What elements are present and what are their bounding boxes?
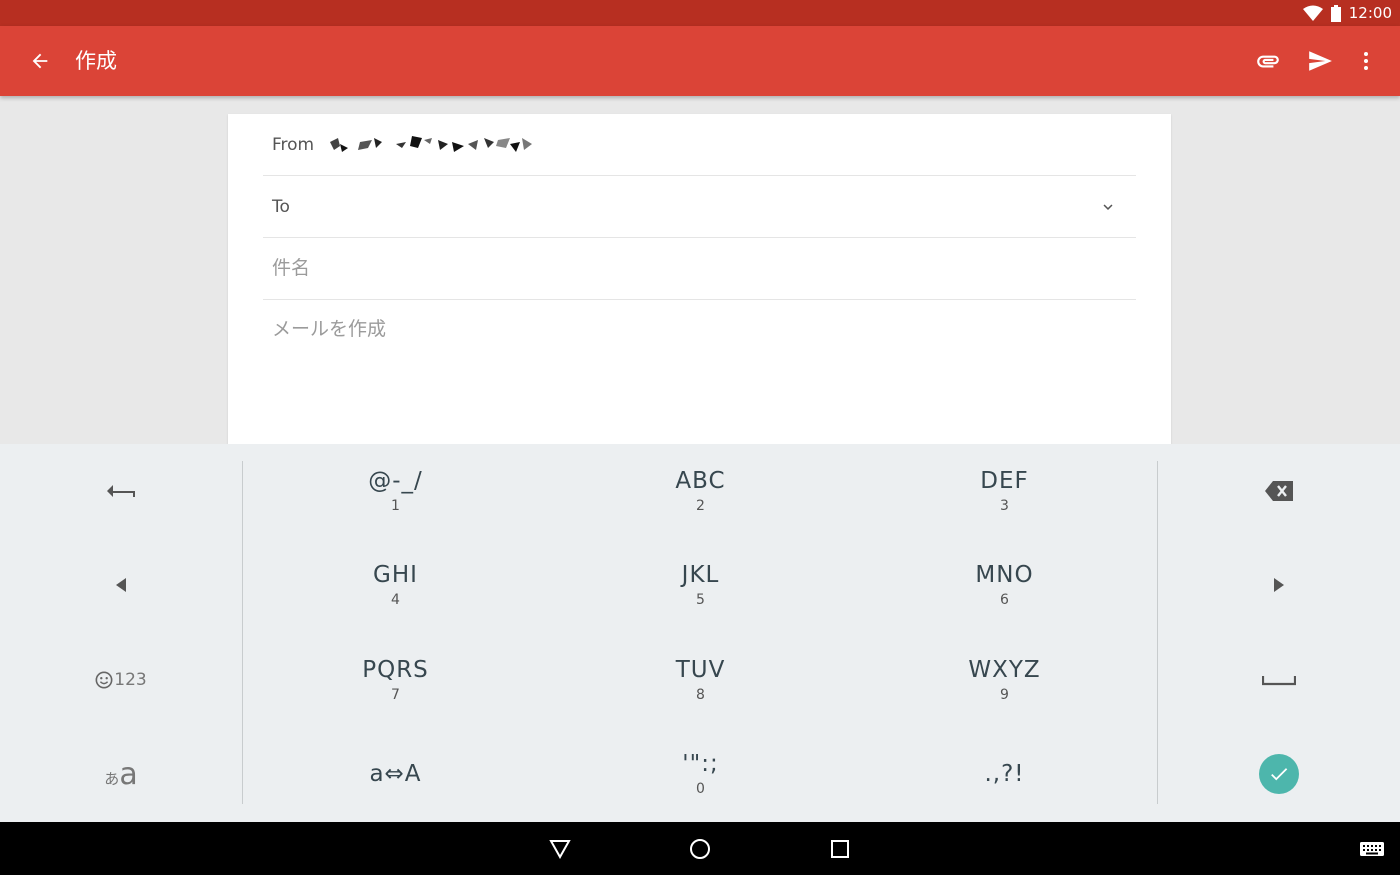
key-9[interactable]: WXYZ 9 — [852, 633, 1157, 727]
keyboard-switch-button[interactable] — [1352, 830, 1392, 868]
key-4[interactable]: GHI 4 — [243, 538, 548, 632]
cursor-right-icon — [1274, 578, 1284, 592]
compose-card: From To — [228, 114, 1171, 444]
key-main-label: MNO — [975, 562, 1034, 588]
backspace-key[interactable] — [1158, 444, 1400, 538]
key-main-label: WXYZ — [968, 657, 1041, 683]
from-address-redacted[interactable] — [328, 134, 533, 154]
key-sub-label: 9 — [1000, 687, 1009, 703]
key-main-label: a⇔A — [369, 761, 422, 787]
key-main-label: '":; — [682, 751, 719, 777]
send-button[interactable] — [1300, 41, 1340, 81]
body-field[interactable] — [272, 314, 1122, 424]
key-sub-label: 6 — [1000, 592, 1009, 608]
nav-back-icon — [549, 840, 571, 859]
done-key[interactable] — [1158, 727, 1400, 821]
emoji-number-key[interactable]: 123 — [0, 633, 242, 727]
undo-key[interactable] — [0, 444, 242, 538]
key-sub-label: 8 — [696, 687, 705, 703]
emoji-number-label: 123 — [95, 670, 147, 690]
chevron-down-icon — [1103, 204, 1113, 210]
more-vert-icon — [1364, 52, 1368, 70]
app-bar: 作成 — [0, 26, 1400, 96]
nav-recents-button[interactable] — [820, 830, 860, 868]
send-icon — [1309, 51, 1332, 71]
key-main-label: @-_/ — [368, 468, 423, 494]
key-main-label: .,?! — [984, 761, 1025, 787]
case-toggle-key[interactable]: a⇔A — [243, 727, 548, 821]
cursor-left-icon — [116, 578, 126, 592]
nav-recents-icon — [831, 840, 849, 858]
key-sub-label: 5 — [696, 592, 705, 608]
space-icon — [1262, 676, 1296, 686]
space-key[interactable] — [1158, 633, 1400, 727]
kana-alpha-toggle-key[interactable]: あ a — [0, 727, 242, 821]
punctuation-key[interactable]: .,?! — [852, 727, 1157, 821]
nav-home-button[interactable] — [680, 830, 720, 868]
smiley-icon — [95, 671, 113, 689]
arrow-left-icon — [32, 53, 48, 69]
key-8[interactable]: TUV 8 — [548, 633, 853, 727]
status-bar: 12:00 — [0, 0, 1400, 26]
subject-field[interactable] — [272, 248, 1122, 290]
key-sub-label: 0 — [696, 781, 705, 797]
key-main-label: JKL — [681, 562, 720, 588]
backspace-icon — [1265, 481, 1293, 501]
key-main-label: ABC — [675, 468, 726, 494]
key-main-label: TUV — [675, 657, 726, 683]
key-main-label: PQRS — [362, 657, 429, 683]
key-sub-label: 1 — [391, 498, 400, 514]
system-nav-bar — [0, 822, 1400, 875]
key-5[interactable]: JKL 5 — [548, 538, 853, 632]
status-icons: 12:00 — [1302, 0, 1392, 26]
key-2[interactable]: ABC 2 — [548, 444, 853, 538]
kana-glyph: あ — [104, 769, 120, 788]
key-sub-label: 2 — [696, 498, 705, 514]
key-main-label: DEF — [980, 468, 1029, 494]
wifi-icon — [1302, 5, 1323, 21]
attach-button[interactable] — [1248, 41, 1288, 81]
page-title: 作成 — [75, 49, 117, 73]
key-6[interactable]: MNO 6 — [852, 538, 1157, 632]
from-row[interactable]: From — [263, 114, 1136, 176]
battery-icon — [1330, 4, 1341, 22]
to-field[interactable] — [313, 188, 1073, 226]
cursor-right-key[interactable] — [1158, 538, 1400, 632]
key-0[interactable]: '":; 0 — [548, 727, 853, 821]
nav-back-button[interactable] — [540, 830, 580, 868]
alpha-glyph: a — [119, 756, 138, 792]
on-screen-keyboard: 123 あ a @-_/ 1 ABC 2 DEF 3 GHI 4 JKL 5 M… — [0, 444, 1400, 822]
nav-home-icon — [690, 839, 710, 859]
key-3[interactable]: DEF 3 — [852, 444, 1157, 538]
subject-row — [263, 238, 1136, 300]
key-main-label: GHI — [373, 562, 418, 588]
from-label: From — [272, 135, 315, 155]
kana-alpha-label: あ a — [104, 757, 137, 792]
key-sub-label: 3 — [1000, 498, 1009, 514]
emoji-number-text: 123 — [114, 670, 147, 690]
cursor-left-key[interactable] — [0, 538, 242, 632]
keyboard-icon — [1360, 842, 1384, 856]
key-sub-label: 7 — [391, 687, 400, 703]
undo-arrow-icon — [107, 485, 135, 497]
paperclip-icon — [1257, 55, 1279, 68]
key-sub-label: 4 — [391, 592, 400, 608]
check-icon — [1271, 768, 1288, 781]
more-options-button[interactable] — [1346, 41, 1386, 81]
key-7[interactable]: PQRS 7 — [243, 633, 548, 727]
status-time: 12:00 — [1348, 4, 1392, 22]
key-1[interactable]: @-_/ 1 — [243, 444, 548, 538]
back-button[interactable] — [20, 41, 60, 81]
done-button[interactable] — [1259, 754, 1299, 794]
expand-recipients-button[interactable] — [1098, 197, 1118, 217]
to-row[interactable]: To — [263, 176, 1136, 238]
to-label: To — [272, 197, 290, 217]
